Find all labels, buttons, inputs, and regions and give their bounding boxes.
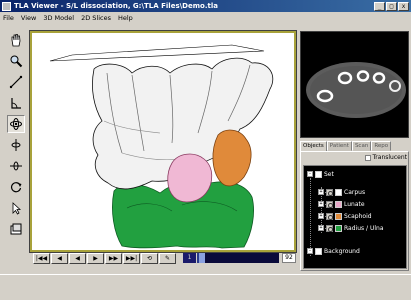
menu-help[interactable]: Help (118, 14, 133, 22)
pointer-icon[interactable] (7, 199, 25, 217)
scaphoid-model (212, 129, 252, 187)
play-reverse-button[interactable]: ◀ (51, 252, 68, 264)
ct-slice-view[interactable] (300, 31, 409, 138)
carpus-swatch[interactable] (335, 188, 342, 196)
tab-scan[interactable]: Scan (351, 141, 372, 151)
lunate-swatch[interactable] (335, 200, 342, 208)
tree-item-set[interactable]: - Set (307, 169, 334, 179)
current-frame-field[interactable]: 1 (183, 253, 196, 263)
maximize-button[interactable]: □ (386, 1, 397, 11)
radius-ulna-swatch[interactable] (335, 224, 342, 232)
tree-item-scaphoid[interactable]: + Scaphoid (318, 211, 372, 221)
rotate-3d-icon[interactable] (7, 115, 25, 133)
menu-view[interactable]: View (21, 14, 36, 22)
rotate-horizontal-icon[interactable] (7, 157, 25, 175)
step-forward-button[interactable]: ▶▶ (105, 252, 122, 264)
play-button[interactable]: ▶ (87, 252, 104, 264)
zoom-magnifier-icon[interactable] (7, 52, 25, 70)
minimize-button[interactable]: _ (374, 1, 385, 11)
tree-item-carpus[interactable]: + Carpus (318, 187, 365, 197)
visibility-icon[interactable] (326, 188, 333, 196)
collapse-toggle-icon[interactable]: - (307, 171, 313, 177)
objects-panel: Translucent - Set + Carpus + Lunate + Sc… (300, 151, 409, 271)
radius-ulna-label: Radius / Ulna (344, 224, 384, 232)
title-bar: TLA Viewer - S/L dissociation, G:\TLA Fi… (0, 0, 411, 12)
visibility-icon[interactable] (326, 212, 333, 220)
visibility-icon[interactable] (326, 200, 333, 208)
3d-viewport[interactable] (29, 30, 297, 253)
first-frame-button[interactable]: |◀◀ (33, 252, 50, 264)
close-button[interactable]: x (398, 1, 409, 11)
menu-bar: File View 3D Model 2D Slices Help (0, 12, 411, 23)
tree-item-background[interactable]: - Background (307, 246, 360, 256)
menu-file[interactable]: File (3, 14, 14, 22)
tool-palette (5, 31, 27, 251)
angle-icon[interactable] (7, 94, 25, 112)
tab-patient[interactable]: Patient (326, 141, 352, 151)
pan-hand-icon[interactable] (7, 31, 25, 49)
collapse-toggle-icon[interactable]: - (307, 248, 313, 254)
background-label: Background (324, 247, 360, 255)
rotate-vertical-icon[interactable] (7, 136, 25, 154)
status-bar (0, 274, 411, 300)
edit-button[interactable]: ✎ (159, 252, 176, 264)
background-swatch[interactable] (315, 247, 322, 255)
scaphoid-label: Scaphoid (344, 212, 372, 220)
snapshot-icon[interactable] (7, 220, 25, 238)
tree-item-lunate[interactable]: + Lunate (318, 199, 365, 209)
expand-toggle-icon[interactable]: + (318, 225, 324, 231)
expand-toggle-icon[interactable]: + (318, 189, 324, 195)
total-frames-field: 92 (282, 253, 296, 263)
carpus-label: Carpus (344, 188, 366, 196)
last-frame-button[interactable]: ▶▶| (123, 252, 140, 264)
visibility-icon[interactable] (326, 224, 333, 232)
menu-2d-slices[interactable]: 2D Slices (81, 14, 111, 22)
set-swatch (315, 170, 322, 178)
expand-toggle-icon[interactable]: + (318, 201, 324, 207)
ct-slice-image (306, 62, 406, 118)
translucent-label: Translucent (372, 154, 407, 161)
scaphoid-swatch[interactable] (335, 212, 342, 220)
object-tree: - Set + Carpus + Lunate + Scaphoid + Rad… (303, 165, 407, 269)
window-title: TLA Viewer - S/L dissociation, G:\TLA Fi… (14, 2, 218, 10)
3d-model-render (49, 44, 274, 249)
frame-slider[interactable] (197, 253, 279, 263)
set-label: Set (324, 170, 334, 178)
step-back-button[interactable]: ◀ (69, 252, 86, 264)
measure-line-icon[interactable] (7, 73, 25, 91)
frame-slider-thumb[interactable] (198, 253, 205, 263)
rotate-cycle-icon[interactable] (7, 178, 25, 196)
lunate-label: Lunate (344, 200, 365, 208)
playback-bar: |◀◀ ◀ ◀ ▶ ▶▶ ▶▶| ⟲ ✎ 1 92 (30, 250, 296, 266)
app-icon (2, 1, 11, 11)
tab-repo[interactable]: Repo (371, 141, 392, 151)
menu-3d-model[interactable]: 3D Model (43, 14, 74, 22)
tree-item-radius-ulna[interactable]: + Radius / Ulna (318, 223, 384, 233)
side-panel-tabs: Objects Patient Scan Repo (300, 141, 409, 152)
expand-toggle-icon[interactable]: + (318, 213, 324, 219)
translucent-toggle[interactable]: Translucent (301, 153, 408, 162)
loop-button[interactable]: ⟲ (141, 252, 158, 264)
translucent-checkbox[interactable] (364, 154, 371, 161)
